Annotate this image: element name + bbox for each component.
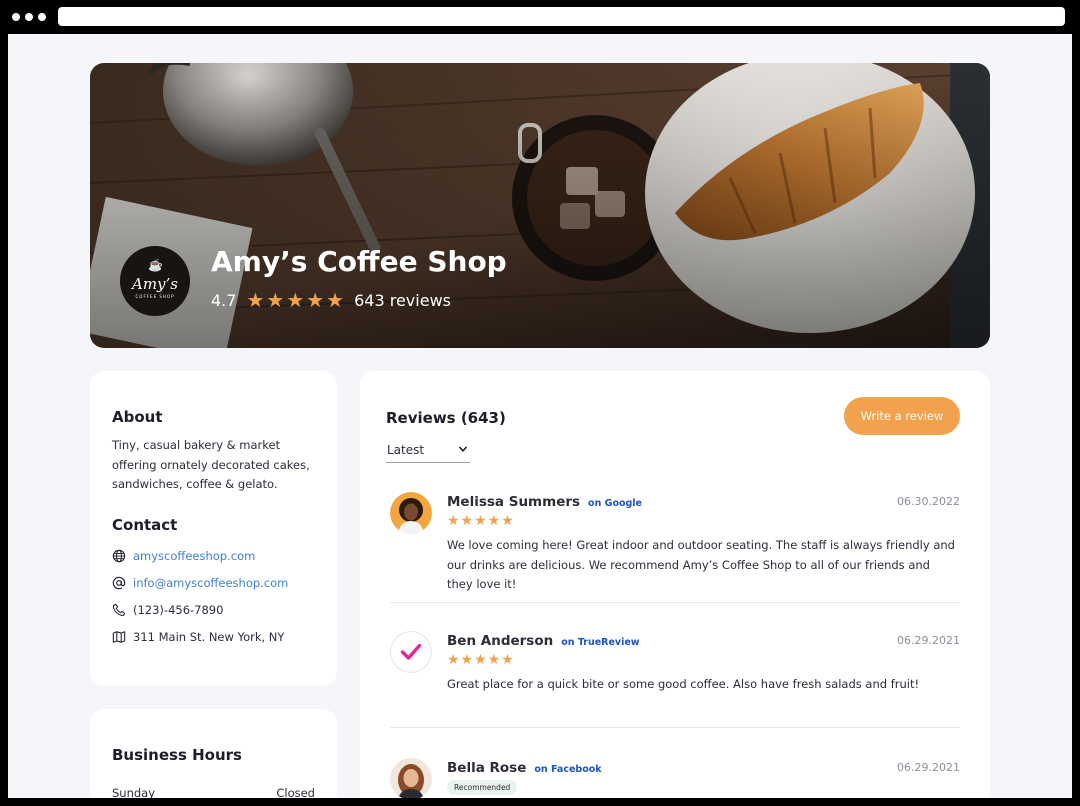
review-source[interactable]: on TrueReview bbox=[561, 637, 639, 648]
review-count[interactable]: 643 reviews bbox=[354, 291, 451, 310]
window-dot-icon bbox=[25, 13, 33, 21]
reviewer-name[interactable]: Melissa Summers bbox=[447, 494, 580, 510]
address-text: 311 Main St. New York, NY bbox=[133, 630, 285, 644]
sort-dropdown[interactable]: Latest bbox=[386, 441, 470, 463]
phone-number[interactable]: (123)-456-7890 bbox=[133, 603, 223, 617]
map-icon bbox=[112, 631, 126, 643]
reviewer-name[interactable]: Bella Rose bbox=[447, 760, 526, 776]
review-stars: ★★★★★ bbox=[447, 652, 515, 668]
review-divider bbox=[390, 602, 960, 603]
sort-value: Latest bbox=[387, 443, 425, 457]
contact-address-row: 311 Main St. New York, NY bbox=[112, 630, 284, 644]
review-source[interactable]: on Google bbox=[588, 498, 642, 509]
contact-heading: Contact bbox=[112, 516, 178, 534]
review-date: 06.29.2021 bbox=[897, 634, 960, 647]
hours-value: Closed bbox=[276, 786, 315, 798]
at-icon bbox=[112, 576, 126, 590]
coffee-cup-icon: ☕ bbox=[148, 258, 163, 272]
window-dot-icon bbox=[12, 13, 20, 21]
business-hours-card: Business Hours Sunday Closed bbox=[90, 709, 337, 798]
phone-icon bbox=[112, 603, 126, 617]
globe-icon bbox=[112, 549, 126, 563]
hours-row: Sunday Closed bbox=[112, 786, 315, 798]
reviewer-avatar bbox=[390, 492, 432, 534]
chevron-down-icon bbox=[458, 446, 468, 452]
hours-day: Sunday bbox=[112, 786, 156, 798]
browser-titlebar bbox=[0, 0, 1080, 34]
rating-stars: ★★★★★ bbox=[246, 288, 347, 312]
contact-website-row: amyscoffeeshop.com bbox=[112, 549, 255, 563]
reviewer-name[interactable]: Ben Anderson bbox=[447, 633, 553, 649]
recommended-badge: Recommended bbox=[447, 780, 518, 795]
hero-banner: ☕ Amy’s COFFEE SHOP Amy’s Coffee Shop 4.… bbox=[90, 63, 990, 348]
logo-subtitle: COFFEE SHOP bbox=[135, 294, 175, 299]
review-date: 06.30.2022 bbox=[897, 495, 960, 508]
reviewer-avatar bbox=[390, 631, 432, 673]
review-date: 06.29.2021 bbox=[897, 761, 960, 774]
address-bar[interactable] bbox=[58, 7, 1065, 26]
hours-heading: Business Hours bbox=[112, 746, 242, 764]
page-viewport: ☕ Amy’s COFFEE SHOP Amy’s Coffee Shop 4.… bbox=[8, 34, 1072, 798]
email-link[interactable]: info@amyscoffeeshop.com bbox=[133, 576, 288, 590]
about-card: About Tiny, casual bakery & market offer… bbox=[90, 371, 337, 686]
check-icon bbox=[390, 631, 432, 673]
reviews-heading: Reviews (643) bbox=[386, 409, 506, 427]
write-review-button[interactable]: Write a review bbox=[844, 397, 960, 435]
review-text: We love coming here! Great indoor and ou… bbox=[447, 538, 955, 591]
page-title: Amy’s Coffee Shop bbox=[211, 245, 507, 278]
logo-name: Amy’s bbox=[132, 275, 178, 293]
contact-email-row: info@amyscoffeeshop.com bbox=[112, 576, 288, 590]
about-heading: About bbox=[112, 408, 163, 426]
reviewer-name-row: Bella Rose on Facebook bbox=[447, 760, 602, 776]
review-text: Great place for a quick bite or some goo… bbox=[447, 677, 920, 691]
reviewer-avatar bbox=[390, 758, 432, 798]
reviews-card: Reviews (643) Write a review Latest Meli… bbox=[360, 371, 990, 798]
review-divider bbox=[390, 727, 960, 728]
review-stars: ★★★★★ bbox=[447, 513, 515, 529]
window-dot-icon bbox=[38, 13, 46, 21]
hero-rating: 4.7 ★★★★★ 643 reviews bbox=[211, 288, 451, 312]
shop-logo: ☕ Amy’s COFFEE SHOP bbox=[120, 246, 190, 316]
reviewer-name-row: Ben Anderson on TrueReview bbox=[447, 633, 640, 649]
review-source[interactable]: on Facebook bbox=[534, 764, 601, 775]
contact-phone-row: (123)-456-7890 bbox=[112, 603, 223, 617]
about-text: Tiny, casual bakery & market offering or… bbox=[112, 438, 310, 491]
reviewer-name-row: Melissa Summers on Google bbox=[447, 494, 642, 510]
rating-value: 4.7 bbox=[211, 290, 237, 310]
browser-window: ☕ Amy’s COFFEE SHOP Amy’s Coffee Shop 4.… bbox=[0, 0, 1080, 806]
website-link[interactable]: amyscoffeeshop.com bbox=[133, 549, 255, 563]
